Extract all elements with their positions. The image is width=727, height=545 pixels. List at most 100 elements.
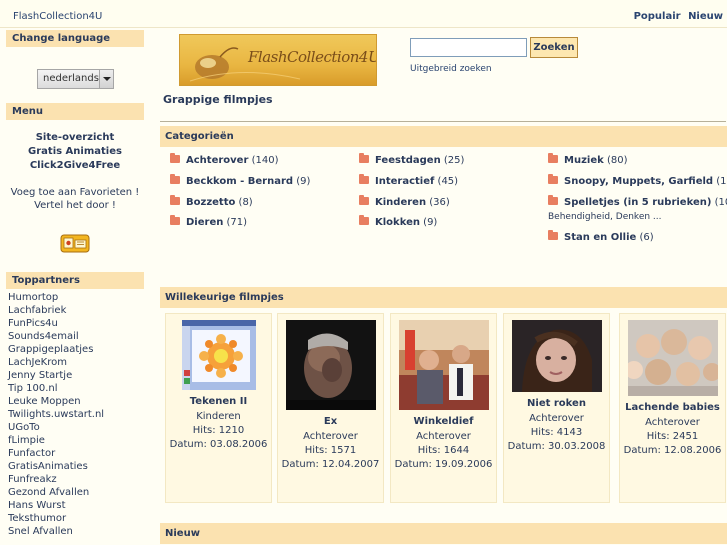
video-thumbnail[interactable] [398, 320, 489, 410]
category-kinderen[interactable]: Kinderen (36) [359, 195, 450, 208]
folder-icon [548, 153, 558, 163]
category-stan-en-ollie[interactable]: Stan en Ollie (6) [548, 230, 654, 243]
partner-link[interactable]: Tip 100.nl [8, 383, 58, 394]
language-heading: Change language [6, 30, 144, 47]
video-card[interactable]: Niet roken Achterover Hits: 4143 Datum: … [503, 313, 610, 503]
nav-populair[interactable]: Populair [634, 11, 681, 22]
folder-icon [359, 195, 369, 205]
category-snoopy-muppets-garfield[interactable]: Snoopy, Muppets, Garfield (14) [548, 174, 727, 187]
nav-nieuw[interactable]: Nieuw [688, 11, 723, 22]
categories-heading: Categorieën [160, 126, 727, 147]
video-hits: Hits: 1571 [304, 445, 357, 456]
language-box: nederlands [6, 47, 144, 103]
folder-icon [170, 195, 180, 205]
category-muziek[interactable]: Muziek (80) [548, 153, 627, 166]
category-spelletjes[interactable]: Spelletjes (in 5 rubrieken) (106) [548, 195, 727, 208]
language-value: nederlands [43, 73, 99, 84]
page-title: Grappige filmpjes [163, 93, 273, 106]
menu-link-gratis-animaties[interactable]: Gratis Animaties [28, 146, 122, 157]
site-name-link[interactable]: FlashCollection4U [13, 11, 102, 22]
video-card[interactable]: Winkeldief Achterover Hits: 1644 Datum: … [390, 313, 497, 503]
search-input[interactable] [410, 38, 527, 57]
category-beckkom-bernard[interactable]: Beckkom - Bernard (9) [170, 174, 310, 187]
video-card[interactable]: Lachende babies Achterover Hits: 2451 Da… [619, 313, 726, 503]
menu-link-click2give4free[interactable]: Click2Give4Free [30, 160, 120, 171]
category-dieren[interactable]: Dieren (71) [170, 215, 247, 228]
folder-icon [548, 195, 558, 205]
partner-link[interactable]: Funfactor [8, 448, 55, 459]
menu-links: Site-overzicht Gratis Animaties Click2Gi… [6, 120, 144, 173]
partner-link[interactable]: Humortop [8, 292, 58, 303]
top-nav: Populair Nieuw [630, 11, 723, 22]
video-card[interactable]: Tekenen II Kinderen Hits: 1210 Datum: 03… [165, 313, 272, 503]
tell-friend-link[interactable]: Vertel het door ! [34, 200, 116, 211]
video-meta: Kinderen Hits: 1210 Datum: 03.08.2006 [166, 410, 271, 452]
video-category: Achterover [303, 431, 358, 442]
category-feestdagen[interactable]: Feestdagen (25) [359, 153, 464, 166]
top-bar: FlashCollection4U Populair Nieuw [0, 0, 727, 28]
partner-link[interactable]: Jenny Startje [8, 370, 72, 381]
site-logo[interactable]: FlashCollection4U [179, 34, 377, 86]
partner-link[interactable]: LachJeKrom [8, 357, 67, 368]
video-meta: Achterover Hits: 1571 Datum: 12.04.2007 [278, 430, 383, 472]
partner-link[interactable]: Grappigeplaatjes [8, 344, 93, 355]
language-select[interactable]: nederlands [37, 69, 114, 89]
video-category: Achterover [416, 431, 471, 442]
video-hits: Hits: 1210 [192, 425, 245, 436]
partner-link[interactable]: UGoTo [8, 422, 40, 433]
partner-link[interactable]: Snel Afvallen [8, 526, 73, 537]
video-meta: Achterover Hits: 4143 Datum: 30.03.2008 [504, 412, 609, 454]
partner-link[interactable]: Hans Wurst [8, 500, 66, 511]
folder-icon [170, 174, 180, 184]
video-title[interactable]: Niet roken [504, 398, 609, 409]
video-title[interactable]: Ex [278, 416, 383, 427]
partner-link[interactable]: Leuke Moppen [8, 396, 81, 407]
video-date: Datum: 30.03.2008 [507, 441, 606, 452]
partner-link[interactable]: fLimpie [8, 435, 45, 446]
random-videos-heading: Willekeurige filmpjes [160, 287, 727, 308]
folder-icon [170, 215, 180, 225]
partner-link[interactable]: Funfreakz [8, 474, 57, 485]
partner-link[interactable]: Twilights.uwstart.nl [8, 409, 104, 420]
video-title[interactable]: Tekenen II [166, 396, 271, 407]
video-thumbnail[interactable] [285, 320, 376, 410]
search-button[interactable]: Zoeken [530, 37, 578, 58]
video-category: Achterover [645, 417, 700, 428]
chevron-down-icon[interactable] [99, 70, 113, 88]
partner-link[interactable]: Sounds4email [8, 331, 79, 342]
video-hits: Hits: 4143 [530, 427, 583, 438]
partner-link[interactable]: Lachfabriek [8, 305, 66, 316]
add-favorites-link[interactable]: Voeg toe aan Favorieten ! [11, 187, 140, 198]
video-date: Datum: 12.04.2007 [281, 459, 380, 470]
partner-link[interactable]: GratisAnimaties [8, 461, 88, 472]
category-interactief[interactable]: Interactief (45) [359, 174, 458, 187]
video-hits: Hits: 2451 [646, 431, 699, 442]
video-thumbnail[interactable] [627, 320, 718, 396]
partner-link[interactable]: FunPics4u [8, 318, 58, 329]
video-card[interactable]: Ex Achterover Hits: 1571 Datum: 12.04.20… [277, 313, 384, 503]
logo-text: FlashCollection4U [248, 48, 377, 66]
partners-heading: Toppartners [6, 272, 144, 289]
folder-icon [359, 174, 369, 184]
menu-note: Voeg toe aan Favorieten ! Vertel het doo… [6, 186, 144, 212]
tell-friend-icon[interactable] [58, 232, 92, 254]
partner-link[interactable]: Teksthumor [8, 513, 66, 524]
video-thumbnail[interactable] [511, 320, 602, 392]
video-meta: Achterover Hits: 1644 Datum: 19.09.2006 [391, 430, 496, 472]
video-category: Kinderen [196, 411, 241, 422]
menu-link-site-overzicht[interactable]: Site-overzicht [36, 132, 115, 143]
advanced-search-link[interactable]: Uitgebreid zoeken [410, 64, 492, 74]
category-spelletjes-sub[interactable]: Behendigheid, Denken ... [548, 212, 662, 222]
category-bozzetto[interactable]: Bozzetto (8) [170, 195, 253, 208]
video-date: Datum: 12.08.2006 [623, 445, 722, 456]
video-title[interactable]: Winkeldief [391, 416, 496, 427]
video-hits: Hits: 1644 [417, 445, 470, 456]
category-klokken[interactable]: Klokken (9) [359, 215, 437, 228]
video-category: Achterover [529, 413, 584, 424]
folder-icon [359, 153, 369, 163]
partners-list: Humortop Lachfabriek FunPics4u Sounds4email… [6, 289, 144, 538]
video-title[interactable]: Lachende babies [620, 402, 725, 413]
video-thumbnail[interactable] [181, 320, 256, 390]
partner-link[interactable]: Gezond Afvallen [8, 487, 89, 498]
category-achterover[interactable]: Achterover (140) [170, 153, 278, 166]
